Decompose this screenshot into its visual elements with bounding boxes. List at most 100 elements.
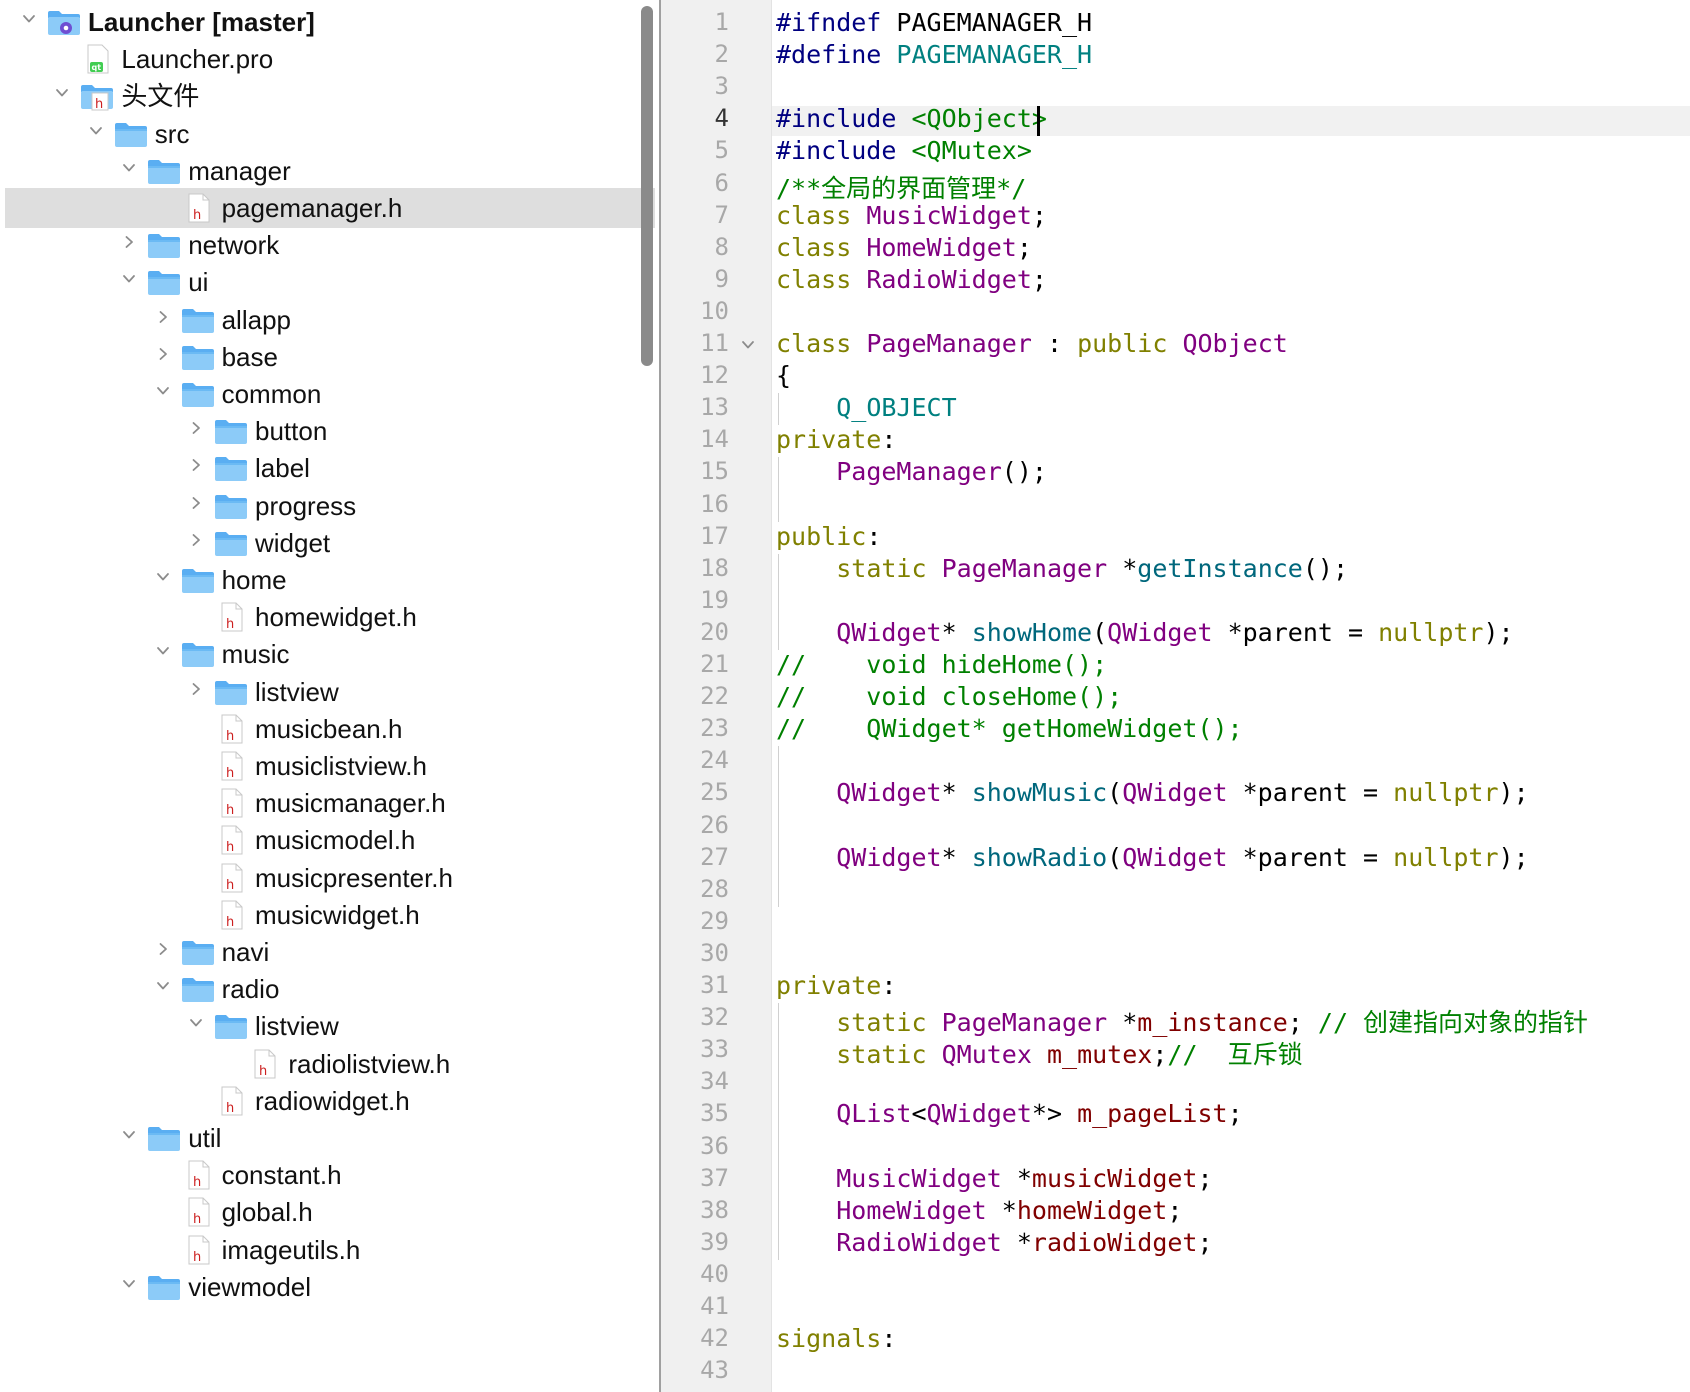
code-token: : [881,425,897,455]
tree-row[interactable]: h homewidget.h [5,597,655,637]
tree-row[interactable]: navi [5,932,655,972]
chevron-down-icon[interactable] [122,272,136,286]
chevron-right-icon[interactable] [189,421,203,435]
tree-row[interactable]: viewmodel [5,1267,655,1307]
chevron-down-icon[interactable] [156,570,170,584]
tree-row[interactable]: listview [5,1006,655,1046]
tree-row[interactable]: qt Launcher.pro [5,39,655,79]
tree-row[interactable]: h radiowidget.h [5,1081,655,1121]
tree-row[interactable]: h musicbean.h [5,709,655,749]
tree-item-label: global.h [221,1197,313,1228]
code-token: // QWidget* getHomeWidget(); [776,714,1243,744]
tree-row[interactable]: allapp [5,300,655,340]
folder-icon [180,638,216,670]
chevron-down-icon[interactable] [156,644,170,658]
tree-row[interactable]: common [5,374,655,414]
code-token: // void closeHome(); [776,682,1123,712]
chevron-down-icon[interactable] [22,12,36,26]
chevron-right-icon[interactable] [189,496,203,510]
tree-row[interactable]: widget [5,523,655,563]
tree-item-label: musiclistview.h [255,751,427,781]
tree-row[interactable]: h constant.h [5,1155,655,1195]
line-number: 16 [700,489,729,518]
tree-row[interactable]: manager [5,151,655,191]
tree-row[interactable]: music [5,634,655,674]
tree-row[interactable]: base [5,337,655,377]
line-number: 32 [700,1003,729,1032]
code-token: ; [1197,1227,1213,1257]
chevron-right-icon[interactable] [189,682,203,696]
svg-text:h: h [226,878,234,893]
chevron-right-icon[interactable] [122,235,136,249]
code-token: // 互斥锁 [1167,1040,1303,1070]
line-number: 3 [714,72,729,101]
tree-row[interactable]: h musicwidget.h [5,895,655,935]
tree-row[interactable]: button [5,411,655,451]
tree-row[interactable]: network [5,225,655,265]
chevron-right-icon[interactable] [156,942,170,956]
code-token: HomeWidget [866,232,1017,262]
tree-row[interactable]: progress [5,486,655,526]
tree-row[interactable]: util [5,1118,655,1158]
project-tree[interactable]: Launcher [master] qt Launcher.pro h 头文件 src ma… [0,0,660,1392]
qt-creator-window: Launcher [master] qt Launcher.pro h 头文件 src ma… [0,0,1690,1392]
tree-row[interactable]: h radiolistview.h [5,1044,655,1084]
tree-row[interactable]: h imageutils.h [5,1230,655,1270]
chevron-down-icon[interactable] [156,979,170,993]
tree-row[interactable]: h musicmanager.h [5,783,655,823]
tree-item-label: homewidget.h [255,602,417,633]
chevron-right-icon[interactable] [156,310,170,324]
tree-row[interactable]: Launcher [master] [5,2,655,42]
tree-row[interactable]: ui [5,262,655,302]
tree-row[interactable]: h pagemanager.h [5,188,655,228]
tree-row[interactable]: src [5,114,655,154]
fold-chevron-icon[interactable] [741,338,755,352]
tree-scrollbar[interactable] [641,6,653,366]
code-token: ; [1227,1099,1243,1129]
line-number: 28 [700,874,729,903]
chevron-down-icon[interactable] [55,86,69,100]
tree-row[interactable]: home [5,560,655,600]
code-line: static PageManager *m_instance; // 创建指向对… [776,1003,1588,1039]
code-token: class [776,329,852,358]
code-line: QWidget* showMusic(QWidget *parent = nul… [776,778,1528,807]
tree-item-label: manager [188,155,291,186]
chevron-down-icon[interactable] [189,1016,203,1030]
code-token: : [1031,329,1078,358]
folder-icon [180,973,216,1005]
chevron-right-icon[interactable] [189,533,203,547]
tree-row[interactable]: listview [5,672,655,712]
code-line: static QMutex m_mutex;// 互斥锁 [776,1035,1303,1071]
chevron-right-icon[interactable] [189,458,203,472]
line-number: 11 [700,329,729,357]
text-cursor [1037,106,1040,136]
code-token: *parent = [1212,617,1379,647]
tree-row[interactable]: h musicpresenter.h [5,858,655,898]
chevron-down-icon[interactable] [122,1128,136,1142]
tree-row[interactable]: h 头文件 [5,76,655,116]
folder-icon [213,490,249,522]
code-token: m_pageList [1077,1099,1228,1129]
tree-row[interactable]: radio [5,969,655,1009]
tree-row[interactable]: label [5,448,655,488]
code-line: // QWidget* getHomeWidget(); [776,714,1243,743]
code-editor[interactable]: 1 2 3 4 5 6 7 8 9 10 11 12 13 14 15 16 17 18 19 20 21 22 23 24 2… [661,0,1690,1392]
chevron-down-icon[interactable] [122,161,136,175]
code-line: QList<QWidget*> m_pageList; [776,1099,1243,1129]
line-number: 20 [700,617,729,646]
chevron-down-icon[interactable] [156,384,170,398]
chevron-down-icon[interactable] [122,1277,136,1291]
line-number: 24 [700,746,729,775]
folder-icon [146,1271,182,1303]
tree-item-label: widget [255,527,331,558]
chevron-right-icon[interactable] [156,347,170,361]
code-line: HomeWidget *homeWidget; [776,1196,1182,1225]
tree-row[interactable]: h musicmodel.h [5,820,655,860]
tree-row[interactable]: h global.h [5,1192,655,1232]
chevron-down-icon[interactable] [89,124,103,138]
code-line: class PageManager : public QObject [776,329,1288,358]
tree-row[interactable]: h musiclistview.h [5,746,655,786]
